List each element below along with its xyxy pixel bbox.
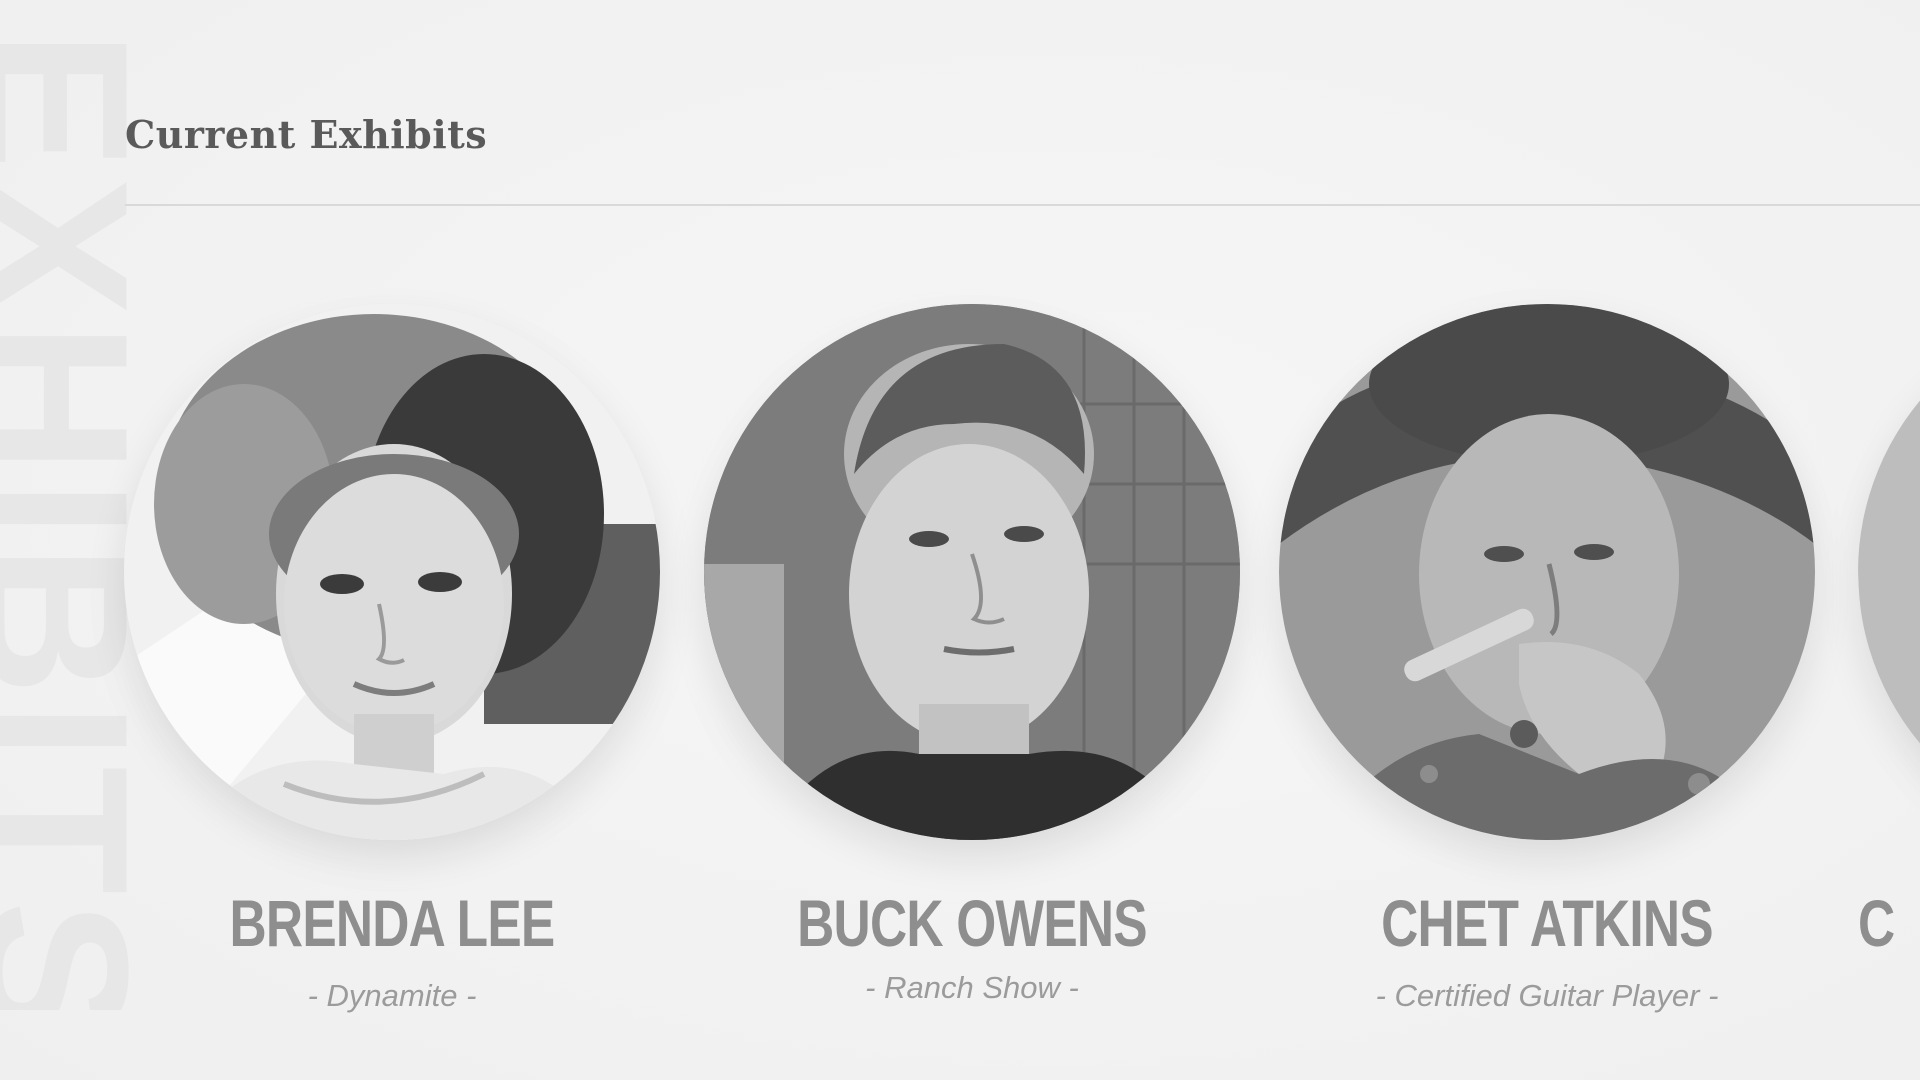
exhibit-card-partial[interactable]: C bbox=[1858, 304, 1920, 956]
section-divider bbox=[125, 204, 1920, 206]
exhibit-card-chet-atkins[interactable]: CHET ATKINS - Certified Guitar Player - bbox=[1277, 304, 1817, 1014]
portrait-image[interactable] bbox=[1858, 304, 1920, 840]
section-title: Current Exhibits bbox=[125, 112, 488, 157]
exhibit-subtitle: - Certified Guitar Player - bbox=[1375, 978, 1719, 1013]
exhibit-card-buck-owens[interactable]: BUCK OWENS - Ranch Show - bbox=[702, 304, 1242, 1006]
woman-portrait-icon bbox=[124, 304, 660, 840]
man-portrait-icon bbox=[704, 304, 1240, 840]
portrait-image[interactable] bbox=[704, 304, 1240, 840]
man-hat-cigar-portrait-icon bbox=[1279, 304, 1815, 840]
exhibit-name[interactable]: BRENDA LEE bbox=[181, 890, 602, 956]
exhibit-name[interactable]: CHET ATKINS bbox=[1336, 890, 1757, 956]
partial-portrait-icon bbox=[1858, 304, 1920, 840]
exhibit-card-brenda-lee[interactable]: BRENDA LEE - Dynamite - bbox=[122, 304, 662, 1014]
portrait-image[interactable] bbox=[1279, 304, 1815, 840]
portrait-image[interactable] bbox=[124, 304, 660, 840]
exhibits-page: EXHIBITS Current Exhibits BRENDA LEE - D… bbox=[0, 0, 1920, 1080]
exhibit-subtitle: - Dynamite - bbox=[307, 978, 477, 1013]
exhibit-name[interactable]: BUCK OWENS bbox=[761, 890, 1182, 956]
exhibit-subtitle: - Ranch Show - bbox=[865, 970, 1079, 1005]
exhibit-name[interactable]: C bbox=[1858, 890, 1920, 956]
